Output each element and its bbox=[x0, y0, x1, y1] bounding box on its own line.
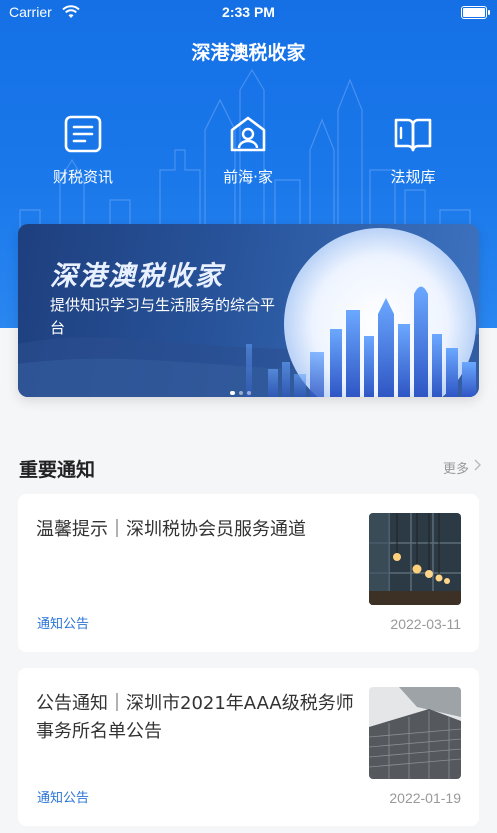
status-time: 2:33 PM bbox=[222, 4, 275, 20]
notice-category-tag: 通知公告 bbox=[37, 791, 90, 806]
quick-link-label: 财税资讯 bbox=[52, 168, 113, 186]
app-title: 深港澳税收家 bbox=[191, 42, 306, 64]
section-title: 重要通知 bbox=[19, 459, 96, 481]
promo-banner[interactable]: 深港澳税收家 提供知识学习与生活服务的综合平台 bbox=[18, 224, 479, 397]
more-link[interactable]: 更多 bbox=[443, 458, 469, 477]
quick-link-law-library[interactable]: 法规库 bbox=[358, 114, 468, 187]
notices-header: 重要通知 更多 bbox=[19, 453, 481, 481]
banner-title: 深港澳税收家 bbox=[50, 261, 224, 292]
carousel-indicator bbox=[230, 380, 255, 397]
carousel-dot bbox=[230, 391, 235, 395]
chevron-right-icon bbox=[474, 459, 481, 471]
carousel-dot bbox=[239, 391, 243, 395]
notice-category-tag: 通知公告 bbox=[37, 617, 90, 632]
banner-subtitle: 提供知识学习与生活服务的综合平台 bbox=[50, 296, 276, 337]
notice-title: 温馨提示｜深圳税协会员服务通道 bbox=[36, 519, 306, 540]
notice-card[interactable]: 公告通知｜深圳市2021年AAA级税务师事务所名单公告 通知公告 2022-01… bbox=[18, 668, 479, 826]
house-person-icon bbox=[230, 116, 266, 152]
notice-thumbnail bbox=[369, 513, 461, 605]
carousel-dot bbox=[247, 391, 251, 395]
notice-date: 2022-03-11 bbox=[390, 616, 461, 632]
status-bar: Carrier 2:33 PM bbox=[0, 0, 497, 26]
notice-date: 2022-01-19 bbox=[389, 790, 461, 806]
quick-link-label: 前海·家 bbox=[223, 168, 273, 186]
book-icon bbox=[394, 118, 432, 152]
document-icon bbox=[64, 115, 102, 153]
quick-link-qianhai-home[interactable]: 前海·家 bbox=[193, 114, 303, 187]
notice-card[interactable]: 温馨提示｜深圳税协会员服务通道 通知公告 2022-03-11 bbox=[18, 494, 479, 652]
notice-thumbnail bbox=[369, 687, 461, 779]
quick-link-tax-news[interactable]: 财税资讯 bbox=[28, 114, 138, 187]
notice-title: 公告通知｜深圳市2021年AAA级税务师事务所名单公告 bbox=[36, 693, 354, 742]
quick-link-label: 法规库 bbox=[390, 168, 436, 186]
battery-icon bbox=[461, 6, 490, 19]
